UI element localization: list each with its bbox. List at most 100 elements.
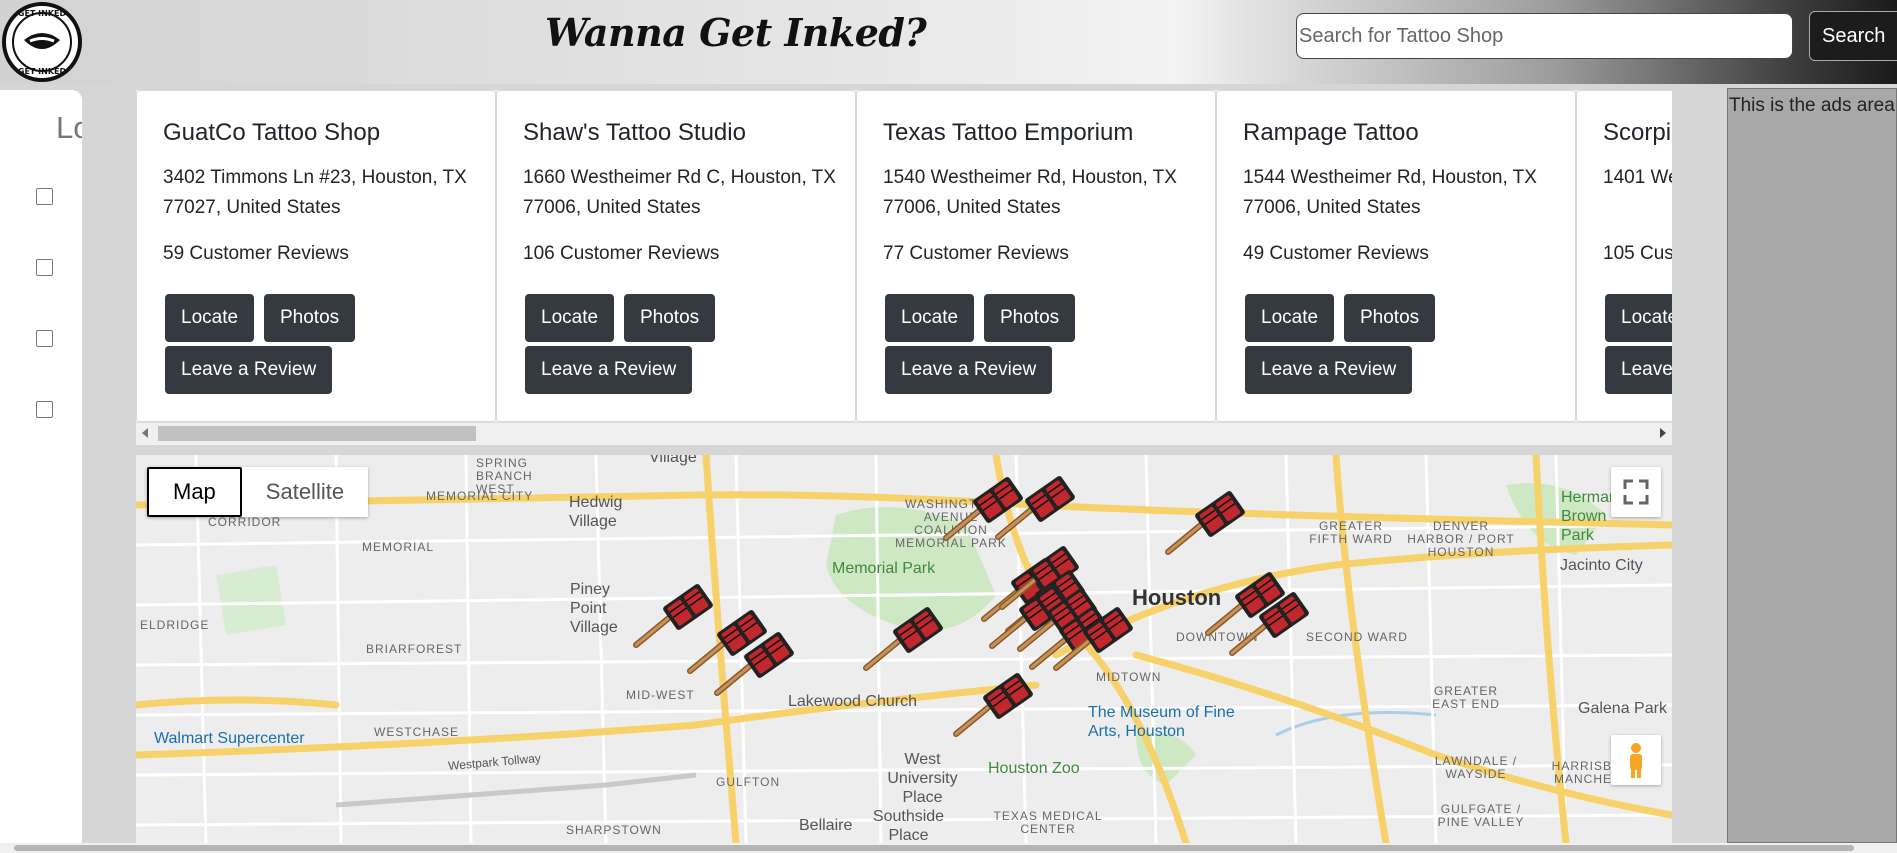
shop-address: 1540 Westheimer Rd, Houston, TX 77006, U… <box>883 167 1177 218</box>
map-label: Southside Place <box>872 808 945 843</box>
photos-button[interactable]: Photos <box>984 294 1076 342</box>
shop-name: Scorpi <box>1603 119 1672 146</box>
header: GET INKED GET INKED Wanna Get Inked? Sea… <box>0 0 1897 84</box>
map-label: LAWNDALE / WAYSIDE <box>1434 754 1518 781</box>
filter-sidebar: Lo <box>0 90 82 843</box>
shop-address: 1660 Westheimer Rd C, Houston, TX 77006,… <box>523 167 836 218</box>
svg-text:GET INKED: GET INKED <box>18 9 67 18</box>
shop-review-count: 105 Cus <box>1603 243 1672 264</box>
filter-checkbox[interactable] <box>36 330 53 347</box>
shop-review-count: 49 Customer Reviews <box>1243 243 1429 264</box>
photos-button[interactable]: Photos <box>624 294 716 342</box>
tattoo-machine-pin-icon[interactable] <box>992 471 1084 543</box>
map-label: GULFTON <box>716 775 781 789</box>
street-view-button[interactable] <box>1611 735 1661 785</box>
map-label: Walmart Supercenter <box>154 730 305 747</box>
leave-review-button[interactable]: Leave a Review <box>165 346 333 394</box>
filter-checkbox[interactable] <box>36 188 53 205</box>
shop-review-count: 77 Customer Reviews <box>883 243 1069 264</box>
shop-card: Shaw's Tattoo Studio 1660 Westheimer Rd … <box>496 90 856 422</box>
shop-review-count: 106 Customer Reviews <box>523 243 720 264</box>
tattoo-machine-pin-icon[interactable] <box>1162 486 1254 558</box>
locate-button[interactable]: Locate <box>885 294 975 342</box>
map-label: The Museum of Fine Arts, Houston <box>1088 704 1235 740</box>
filter-checkbox[interactable] <box>36 401 53 418</box>
map-label: MID-WEST <box>626 688 695 702</box>
leave-review-button[interactable]: Leave a Review <box>1605 346 1672 394</box>
filter-checkbox[interactable] <box>36 259 53 276</box>
locate-button[interactable]: Locate <box>525 294 615 342</box>
tattoo-machine-pin-icon[interactable] <box>860 602 952 674</box>
map-type-satellite-button[interactable]: Satellite <box>241 467 369 517</box>
shop-name: GuatCo Tattoo Shop <box>163 119 381 146</box>
ads-area: This is the ads area <box>1727 88 1897 843</box>
map-label: Village <box>649 455 697 466</box>
scroll-left-icon[interactable] <box>142 428 148 438</box>
map-label: Houston Zoo <box>988 760 1080 777</box>
locate-button[interactable]: Locate <box>165 294 255 342</box>
map-label: CORRIDOR <box>208 515 282 529</box>
fullscreen-button[interactable] <box>1611 467 1661 517</box>
tattoo-machine-pin-icon[interactable] <box>950 668 1042 740</box>
leave-review-button[interactable]: Leave a Review <box>885 346 1053 394</box>
tattoo-machine-pin-icon[interactable] <box>1050 602 1142 674</box>
shop-name: Rampage Tattoo <box>1243 119 1419 146</box>
tattoo-machine-pin-icon[interactable] <box>1226 587 1318 659</box>
map-label: MEMORIAL <box>362 540 435 554</box>
sidebar-heading: Lo <box>56 110 82 145</box>
map-label: Hedwig Village <box>569 494 623 530</box>
map-label: WESTCHASE <box>374 725 460 739</box>
shop-card: GuatCo Tattoo Shop 3402 Timmons Ln #23, … <box>136 90 496 422</box>
map-label: TEXAS MEDICAL CENTER <box>993 809 1103 836</box>
svg-text:GET INKED: GET INKED <box>18 67 67 76</box>
shop-card: Rampage Tattoo 1544 Westheimer Rd, Houst… <box>1216 90 1576 422</box>
scrollbar-thumb[interactable] <box>158 426 476 441</box>
shop-card: Texas Tattoo Emporium 1540 Westheimer Rd… <box>856 90 1216 422</box>
scroll-right-icon[interactable] <box>1660 428 1666 438</box>
map-type-map-button[interactable]: Map <box>147 467 242 517</box>
map-label: West University Place <box>887 751 958 806</box>
photos-button[interactable]: Photos <box>1344 294 1436 342</box>
map-label: SECOND WARD <box>1306 630 1408 644</box>
map-label: DENVER HARBOR / PORT HOUSTON <box>1407 519 1515 559</box>
fullscreen-icon <box>1623 479 1649 505</box>
shop-name: Texas Tattoo Emporium <box>883 119 1134 146</box>
shop-card-list: GuatCo Tattoo Shop 3402 Timmons Ln #23, … <box>136 90 1672 422</box>
page-title: Wanna Get Inked? <box>545 10 927 55</box>
shop-card: Scorpi 1401 We 77006, U 105 Cus Locate P… <box>1576 90 1672 422</box>
shop-address: 1544 Westheimer Rd, Houston, TX 77006, U… <box>1243 167 1537 218</box>
map-label: GREATER EAST END <box>1432 684 1500 711</box>
logo-icon[interactable]: GET INKED GET INKED <box>0 0 84 84</box>
search-input[interactable] <box>1296 13 1793 59</box>
page-scrollbar[interactable] <box>0 843 1897 853</box>
leave-review-button[interactable]: Leave a Review <box>525 346 693 394</box>
search-button[interactable]: Search <box>1809 11 1897 61</box>
card-strip-scrollbar[interactable] <box>136 422 1672 444</box>
shop-card-strip[interactable]: GuatCo Tattoo Shop 3402 Timmons Ln #23, … <box>136 90 1672 445</box>
locate-button[interactable]: Locate <box>1245 294 1335 342</box>
tattoo-machine-pin-icon[interactable] <box>711 627 803 699</box>
shop-address: 3402 Timmons Ln #23, Houston, TX 77027, … <box>163 167 467 218</box>
map-type-control: Map Satellite <box>147 467 369 517</box>
map[interactable]: Village SPRING BRANCH WEST MEMORIAL CITY… <box>136 455 1672 843</box>
map-label: ELDRIDGE <box>140 618 210 632</box>
ads-text: This is the ads area <box>1729 95 1895 116</box>
locate-button[interactable]: Locate <box>1605 294 1672 342</box>
photos-button[interactable]: Photos <box>264 294 356 342</box>
shop-address: 1401 We 77006, U <box>1603 167 1672 188</box>
page-scrollbar-thumb[interactable] <box>14 845 1854 851</box>
pegman-icon <box>1630 743 1642 778</box>
map-label: MEMORIAL CITY <box>426 489 534 503</box>
map-label: Memorial Park <box>832 560 936 577</box>
map-label: Bellaire <box>799 817 853 834</box>
shop-name: Shaw's Tattoo Studio <box>523 119 746 146</box>
map-label: SHARPSTOWN <box>566 823 662 837</box>
map-label: BRIARFOREST <box>366 642 463 656</box>
map-label: Jacinto City <box>1560 557 1643 574</box>
map-label: GULFGATE / PINE VALLEY <box>1437 802 1525 829</box>
shop-review-count: 59 Customer Reviews <box>163 243 349 264</box>
map-label: GREATER FIFTH WARD <box>1309 519 1393 546</box>
map-label: Lakewood Church <box>788 693 917 710</box>
map-label: Galena Park <box>1578 700 1667 717</box>
leave-review-button[interactable]: Leave a Review <box>1245 346 1413 394</box>
